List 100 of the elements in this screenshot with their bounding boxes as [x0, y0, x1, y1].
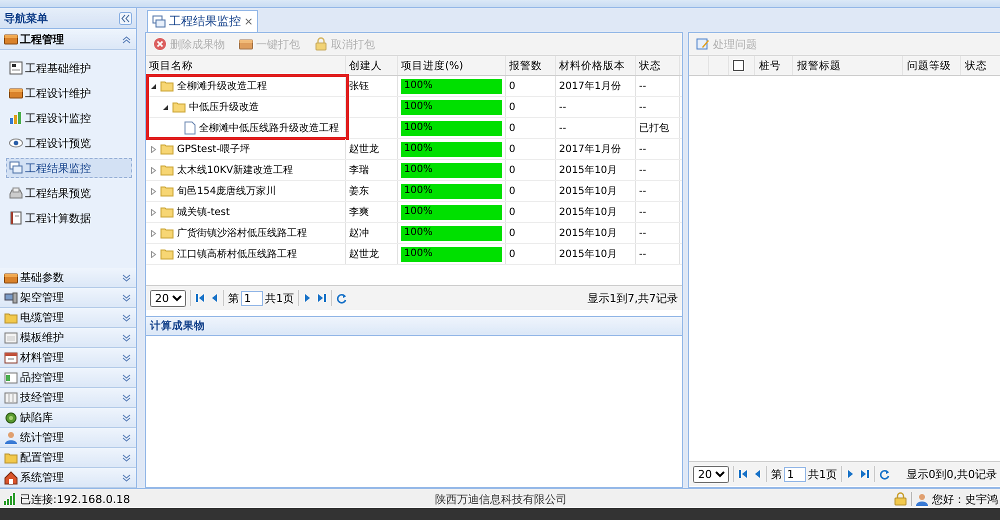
tree-node-label[interactable]: GPStest-喂子坪	[177, 142, 250, 156]
sidebar-item[interactable]: 工程计算数据	[6, 208, 132, 228]
collapse-arrow-icon[interactable]	[150, 82, 157, 90]
sidebar-section[interactable]: 电缆管理	[0, 308, 136, 328]
table-cell: 2017年1月份	[556, 76, 636, 96]
column-header[interactable]: 项目名称	[146, 56, 346, 75]
bug-icon	[4, 410, 18, 424]
tree-node-label[interactable]: 江口镇高桥村低压线路工程	[177, 247, 297, 261]
sidebar-section[interactable]: 材料管理	[0, 348, 136, 368]
sidebar-item[interactable]: 工程结果预览	[6, 183, 132, 203]
sidebar-title: 导航菜单	[4, 10, 48, 26]
expand-arrow-icon[interactable]	[150, 166, 157, 174]
progress-text: 100%	[404, 184, 433, 196]
last-page-icon[interactable]	[317, 293, 327, 303]
column-header[interactable]: 创建人	[346, 56, 398, 75]
sidebar-item[interactable]: 工程设计维护	[6, 83, 132, 103]
sidebar-section[interactable]: 工程管理	[0, 29, 136, 50]
column-header[interactable]: 状态	[961, 56, 1000, 75]
table-cell: 0	[506, 139, 556, 159]
sidebar-section[interactable]: 系统管理	[0, 468, 136, 488]
sidebar-section[interactable]: 配置管理	[0, 448, 136, 468]
case-icon	[9, 86, 23, 100]
sidebar-item[interactable]: 工程设计监控	[6, 108, 132, 128]
padlock-icon	[314, 37, 328, 51]
last-page-icon[interactable]	[860, 469, 870, 479]
sidebar-item[interactable]: 工程结果监控	[6, 158, 132, 178]
sidebar-section[interactable]: 模板维护	[0, 328, 136, 348]
padlock-icon[interactable]	[894, 492, 907, 506]
expand-icon[interactable]	[121, 352, 132, 363]
tree-node-label[interactable]: 广货街镇沙浴村低压线路工程	[177, 226, 307, 240]
progress-text: 100%	[404, 122, 433, 132]
table-cell: 0	[506, 181, 556, 201]
tree-node-label[interactable]: 太木线10KV新建改造工程	[177, 163, 294, 177]
folder-icon	[172, 101, 186, 113]
select-all-checkbox[interactable]	[733, 60, 744, 71]
expand-icon[interactable]	[121, 412, 132, 423]
sidebar-section[interactable]: 统计管理	[0, 428, 136, 448]
sidebar-section[interactable]: 品控管理	[0, 368, 136, 388]
expand-arrow-icon[interactable]	[150, 208, 157, 216]
page-size-select[interactable]: 20	[693, 466, 729, 482]
first-page-icon[interactable]	[738, 469, 748, 479]
table-cell: --	[636, 160, 680, 180]
collapse-icon[interactable]	[119, 12, 132, 24]
user-icon	[916, 492, 928, 506]
column-header[interactable]: 报警数	[506, 56, 556, 75]
bar-chart-icon	[9, 111, 23, 125]
progress-text: 100%	[404, 248, 433, 258]
expand-icon[interactable]	[121, 332, 132, 343]
windows-icon	[152, 14, 166, 28]
expand-icon[interactable]	[121, 472, 132, 483]
column-header[interactable]: 桩号	[755, 56, 793, 75]
column-header[interactable]: 状态	[636, 56, 680, 75]
page-input[interactable]: 1	[784, 466, 806, 482]
refresh-icon[interactable]	[336, 292, 347, 304]
column-header[interactable]: 报警标题	[793, 56, 903, 75]
sidebar-section[interactable]: 架空管理	[0, 288, 136, 308]
company-name: 陕西万迪信息科技有限公司	[434, 492, 568, 506]
expand-icon[interactable]	[121, 432, 132, 443]
page-input[interactable]: 1	[241, 290, 263, 306]
table-cell: 2015年10月	[556, 244, 636, 264]
sidebar-item[interactable]: 工程设计预览	[6, 133, 132, 153]
record-info: 显示1到7,共7记录	[588, 290, 678, 306]
folder-icon	[160, 164, 174, 176]
section-label: 技经管理	[20, 390, 64, 405]
expand-icon[interactable]	[121, 392, 132, 403]
tree-node-label[interactable]: 中低压升级改造	[189, 100, 259, 114]
table-cell: 0	[506, 160, 556, 180]
column-header[interactable]: 问题等级	[903, 56, 961, 75]
tree-node-label[interactable]: 旬邑154庞唐线万家川	[177, 184, 276, 198]
collapse-arrow-icon[interactable]	[162, 104, 169, 110]
expand-arrow-icon[interactable]	[150, 230, 157, 236]
page-size-select[interactable]: 20	[150, 290, 186, 306]
tree-node-label[interactable]: 城关镇-test	[177, 205, 230, 219]
sidebar-section[interactable]: 技经管理	[0, 388, 136, 408]
first-page-icon[interactable]	[195, 293, 205, 303]
tree-node-label[interactable]: 全柳滩中低压线路升级改造工程	[199, 121, 339, 135]
expand-icon[interactable]	[121, 272, 132, 283]
expand-icon[interactable]	[121, 312, 132, 323]
refresh-icon[interactable]	[879, 468, 890, 480]
expand-icon[interactable]	[121, 372, 132, 383]
expand-icon[interactable]	[121, 292, 132, 303]
collapse-icon[interactable]	[121, 34, 132, 44]
tree-node-label[interactable]: 全柳滩升级改造工程	[177, 79, 267, 93]
sidebar-section[interactable]: 基础参数	[0, 268, 136, 288]
expand-arrow-icon[interactable]	[150, 250, 157, 258]
column-header[interactable]: 材料价格版本	[556, 56, 636, 75]
window-icon	[4, 390, 18, 404]
close-button[interactable]: ×	[244, 15, 254, 28]
expand-arrow-icon[interactable]	[150, 146, 157, 152]
section-label: 材料管理	[20, 350, 64, 365]
panel-header: 计算成果物	[146, 316, 682, 336]
tab[interactable]: 工程结果监控 ×	[147, 10, 258, 32]
folder-icon	[160, 185, 174, 197]
sidebar-section[interactable]: 缺陷库	[0, 408, 136, 428]
sidebar-item[interactable]: 工程基础维护	[6, 58, 132, 78]
table-cell: 2015年10月	[556, 160, 636, 180]
expand-arrow-icon[interactable]	[150, 188, 157, 194]
column-header[interactable]: 项目进度(%)	[398, 56, 506, 75]
expand-icon[interactable]	[121, 452, 132, 463]
case-icon	[239, 37, 253, 51]
